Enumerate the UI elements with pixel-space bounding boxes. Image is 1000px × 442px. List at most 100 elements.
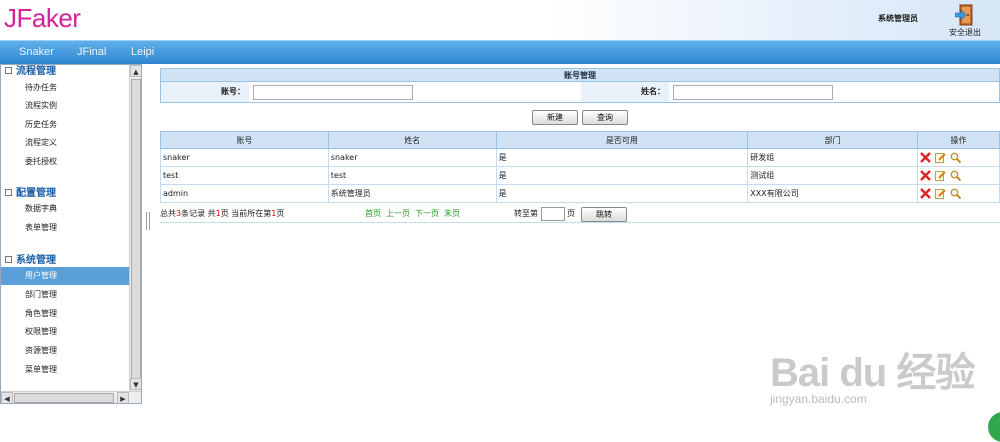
cell-account: test — [160, 166, 329, 185]
top-navbar: Snaker JFinal Leipi — [0, 40, 1000, 64]
cell-actions — [917, 166, 1000, 185]
sidebar-splitter-handle[interactable] — [146, 212, 150, 230]
cell-actions — [917, 184, 1000, 203]
scroll-left-arrow-icon[interactable]: ◀ — [1, 392, 13, 403]
cell-enabled: 是 — [495, 148, 749, 167]
column-header-enabled: 是否可用 — [495, 131, 749, 149]
scroll-thumb[interactable] — [14, 393, 114, 403]
column-header-department: 部门 — [747, 131, 919, 149]
watermark-brand: Bai du 经验 — [770, 351, 975, 395]
nav-item-leipi[interactable]: Leipi — [131, 46, 154, 58]
pager-last-link[interactable]: 末页 — [444, 205, 460, 223]
sidebar-item-history-tasks[interactable]: 历史任务 — [1, 116, 129, 134]
view-icon[interactable] — [950, 170, 962, 181]
collapse-icon — [5, 189, 12, 196]
pager-summary: 总共3条记录 共1页 当前所在第1页 — [160, 205, 284, 223]
column-header-name: 姓名 — [327, 131, 497, 149]
cell-account: snaker — [160, 148, 329, 167]
pagination-bar: 总共3条记录 共1页 当前所在第1页 首页 上一页 下一页 末页 转至第 页 跳… — [160, 205, 1000, 223]
view-icon[interactable] — [950, 188, 962, 199]
column-header-actions: 操作 — [917, 131, 1000, 149]
collapse-icon — [5, 67, 12, 74]
nav-item-jfinal[interactable]: JFinal — [77, 46, 106, 58]
sidebar-item-role-management[interactable]: 角色管理 — [1, 305, 129, 323]
cell-enabled: 是 — [495, 184, 749, 203]
pager-goto-input[interactable] — [541, 207, 565, 221]
scroll-right-arrow-icon[interactable]: ▶ — [117, 392, 129, 403]
cell-enabled: 是 — [495, 166, 749, 185]
pager-text: 条记录 — [181, 209, 206, 218]
pager-first-link[interactable]: 首页 — [365, 205, 381, 223]
pager-text: 总共 — [160, 209, 176, 218]
sidebar-item-form-management[interactable]: 表单管理 — [1, 219, 129, 237]
pager-text: 页 — [276, 209, 285, 218]
sidebar-item-user-management[interactable]: 用户管理 — [1, 267, 129, 285]
pager-text: 页 — [220, 209, 229, 218]
new-button[interactable]: 新建 — [532, 110, 578, 125]
logout-label: 安全退出 — [949, 28, 981, 37]
table-header-row: 账号 姓名 是否可用 部门 操作 — [160, 131, 1000, 149]
delete-icon[interactable] — [920, 170, 931, 181]
sidebar-item-process-definitions[interactable]: 流程定义 — [1, 134, 129, 152]
sidebar-vertical-scrollbar[interactable]: ▲ ▼ — [129, 65, 141, 391]
name-label: 姓名： — [581, 82, 669, 102]
sidebar-group-system[interactable]: 系统管理 — [5, 251, 56, 266]
baidu-jingyan-watermark: Bai du 经验 jingyan.baidu.com — [770, 340, 975, 406]
sidebar-item-delegation[interactable]: 委托授权 — [1, 153, 129, 171]
sidebar-group-workflow[interactable]: 流程管理 — [5, 65, 56, 77]
sidebar-item-process-instances[interactable]: 流程实例 — [1, 97, 129, 115]
account-label: 账号： — [161, 82, 249, 102]
sidebar-group-label: 系统管理 — [16, 255, 56, 266]
cell-department: 测试组 — [747, 166, 919, 185]
app-logo: JFaker — [4, 3, 81, 33]
delete-icon[interactable] — [920, 152, 931, 163]
edit-icon[interactable] — [935, 170, 946, 181]
pager-prev-link[interactable]: 上一页 — [386, 205, 410, 223]
users-table: 账号 姓名 是否可用 部门 操作 snaker snaker 是 研发组 tes… — [160, 131, 1000, 203]
search-form-row: 账号： 姓名： — [160, 81, 1000, 103]
edit-icon[interactable] — [935, 188, 946, 199]
table-row: test test 是 测试组 — [160, 166, 1000, 185]
scroll-up-arrow-icon[interactable]: ▲ — [130, 65, 141, 77]
scroll-down-arrow-icon[interactable]: ▼ — [130, 378, 141, 390]
pager-text: 当前所在第 — [231, 209, 272, 218]
sidebar-item-menu-management[interactable]: 菜单管理 — [1, 361, 129, 379]
query-button[interactable]: 查询 — [582, 110, 628, 125]
pager-text: 共 — [207, 209, 216, 218]
account-input[interactable] — [253, 85, 413, 100]
column-header-account: 账号 — [160, 131, 329, 149]
nav-item-snaker[interactable]: Snaker — [19, 46, 54, 58]
sidebar-item-permission-management[interactable]: 权限管理 — [1, 323, 129, 341]
cell-name: test — [327, 166, 497, 185]
cell-department: 研发组 — [747, 148, 919, 167]
sidebar-group-label: 配置管理 — [16, 188, 56, 199]
sidebar-item-resource-management[interactable]: 资源管理 — [1, 342, 129, 360]
view-icon[interactable] — [950, 152, 962, 163]
sidebar-item-todo-tasks[interactable]: 待办任务 — [1, 79, 129, 97]
cell-actions — [917, 148, 1000, 167]
pager-goto-label: 转至第 — [514, 209, 538, 218]
sidebar-group-config[interactable]: 配置管理 — [5, 184, 56, 199]
pager-goto-suffix: 页 — [567, 209, 575, 218]
app-header: JFaker 系统管理员 安全退出 — [0, 0, 1000, 40]
table-row: snaker snaker 是 研发组 — [160, 148, 1000, 167]
delete-icon[interactable] — [920, 188, 931, 199]
form-title: 账号管理 — [160, 68, 1000, 82]
name-input[interactable] — [673, 85, 833, 100]
table-row: admin 系统管理员 是 XXX有限公司 — [160, 184, 1000, 203]
sidebar-horizontal-scrollbar[interactable]: ◀ ▶ — [1, 391, 141, 403]
cell-name: snaker — [327, 148, 497, 167]
logout-icon — [955, 4, 973, 26]
cell-name: 系统管理员 — [327, 184, 497, 203]
logout-button[interactable]: 安全退出 — [944, 4, 986, 38]
sidebar-item-department-management[interactable]: 部门管理 — [1, 286, 129, 304]
watermark-url: jingyan.baidu.com — [770, 392, 867, 406]
edit-icon[interactable] — [935, 152, 946, 163]
sidebar-item-data-dictionary[interactable]: 数据字典 — [1, 200, 129, 218]
scroll-thumb[interactable] — [131, 79, 141, 379]
pager-goto-button[interactable]: 跳转 — [581, 207, 627, 222]
pager-next-link[interactable]: 下一页 — [415, 205, 439, 223]
cell-account: admin — [160, 184, 329, 203]
current-user-name: 系统管理员 — [878, 14, 918, 23]
sidebar-group-label: 流程管理 — [16, 66, 56, 77]
